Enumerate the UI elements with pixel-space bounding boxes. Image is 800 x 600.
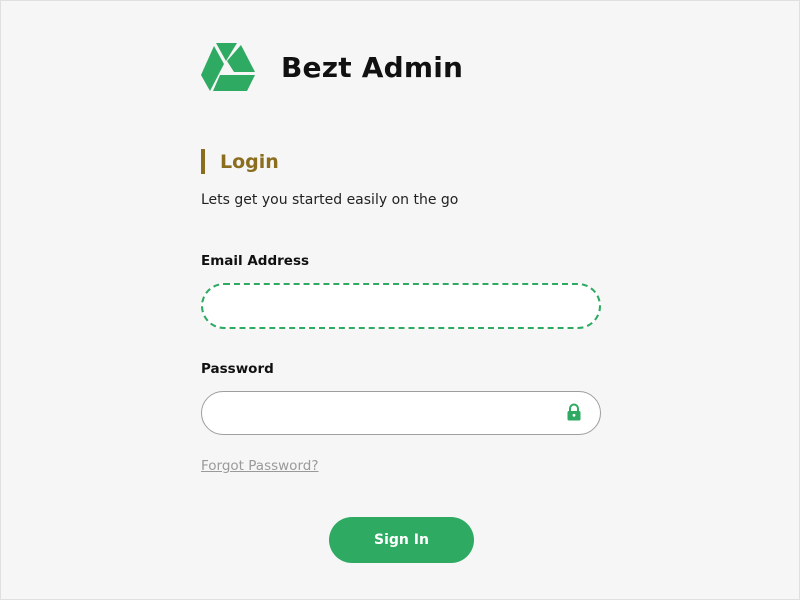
brand-name: Bezt Admin xyxy=(281,51,464,84)
email-label: Email Address xyxy=(201,253,310,269)
brand-header: Bezt Admin xyxy=(201,43,463,93)
email-field[interactable] xyxy=(201,283,601,329)
password-label: Password xyxy=(201,361,274,377)
forgot-password-link[interactable]: Forgot Password? xyxy=(201,457,319,475)
login-page: Bezt Admin Login Lets get you started ea… xyxy=(0,0,800,600)
login-subtitle: Lets get you started easily on the go xyxy=(201,192,459,208)
login-heading: Login xyxy=(201,149,279,174)
sign-in-button[interactable]: Sign In xyxy=(329,517,474,563)
lock-icon xyxy=(567,403,581,421)
login-title: Login xyxy=(220,150,279,173)
triangle-logo-icon xyxy=(201,43,255,91)
password-field[interactable] xyxy=(201,391,601,435)
